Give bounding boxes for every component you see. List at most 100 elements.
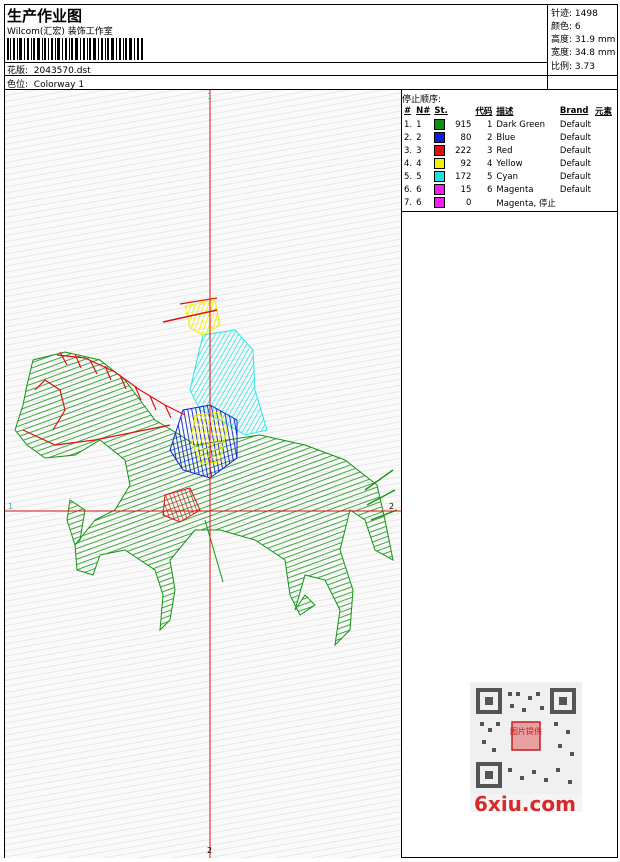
stat-scale: 比例: 3.73: [551, 59, 595, 72]
element: [593, 157, 614, 170]
brand: Default: [559, 145, 591, 156]
stat-height: 高度: 31.9 mm: [551, 32, 615, 45]
color-code: 5: [486, 171, 493, 182]
stats-panel: 针迹: 1498 颜色: 6 高度: 31.9 mm 宽度: 34.8 mm 比…: [547, 5, 618, 89]
row-number: 6.: [404, 184, 413, 195]
brand: [558, 196, 593, 209]
color-description: Red: [496, 145, 513, 156]
embroidery-preview: [5, 90, 401, 858]
table-row: 6. 6 15 6 Magenta Default: [402, 183, 614, 196]
row-number: 3.: [404, 145, 413, 156]
design-canvas: 1 2 1 2: [5, 90, 402, 858]
element: [593, 118, 614, 131]
color-description: Cyan: [496, 171, 518, 182]
stitch-count-value: 222: [455, 146, 472, 156]
color-swatch: [434, 171, 446, 182]
stitch-count: 915: [432, 118, 473, 131]
stat-label: 比例:: [551, 62, 573, 72]
stat-value: 34.8 mm: [574, 48, 616, 58]
element: [593, 170, 614, 183]
element: [593, 131, 614, 144]
stat-colors: 颜色: 6: [551, 19, 581, 32]
page-title: 生产作业图: [7, 7, 83, 25]
table-row: 2. 2 80 2 Blue Default: [402, 131, 614, 144]
row-number: 5.: [404, 171, 413, 182]
axis-label-left: 1: [8, 502, 14, 511]
production-worksheet: 生产作业图 Wilcom(汇宏) 装饰工作室 花版: 2043570.dst 色…: [4, 4, 618, 858]
studio-name: Wilcom(汇宏) 装饰工作室: [7, 27, 113, 37]
divider: [548, 75, 618, 76]
brand: Default: [559, 171, 591, 182]
stitch-count-value: 915: [455, 120, 472, 130]
color-code: 4: [486, 158, 493, 169]
table-row: 3. 3 222 3 Red Default: [402, 144, 614, 157]
header-info: 生产作业图 Wilcom(汇宏) 装饰工作室 花版: 2043570.dst 色…: [5, 5, 547, 90]
row-number: 2.: [404, 132, 413, 143]
row-number: 1.: [404, 119, 413, 130]
element: [593, 196, 614, 209]
stat-width: 宽度: 34.8 mm: [551, 45, 615, 58]
col-header: N#: [416, 106, 431, 116]
stitch-count-value: 15: [460, 185, 472, 195]
header: 生产作业图 Wilcom(汇宏) 装饰工作室 花版: 2043570.dst 色…: [5, 5, 618, 90]
col-header: St.: [434, 106, 448, 116]
stitch-count-value: 80: [460, 133, 472, 143]
stitch-count: 0: [432, 196, 473, 209]
color-code: 2: [486, 132, 493, 143]
needle-number: 1: [416, 119, 422, 130]
stat-label: 颜色:: [551, 22, 573, 32]
brand: Default: [559, 184, 591, 195]
axis-label-right: 2: [389, 502, 395, 511]
col-header: 描述: [496, 107, 514, 117]
col-header: 元素: [594, 107, 612, 117]
stat-label: 宽度:: [551, 48, 573, 58]
color-code: 3: [486, 145, 493, 156]
color-swatch: [434, 119, 446, 130]
axis-label-top: 1: [207, 92, 213, 101]
divider: [5, 75, 547, 76]
color-swatch: [434, 184, 446, 195]
color-swatch: [434, 197, 446, 208]
stat-label: 高度:: [551, 35, 573, 45]
color-description: Dark Green: [496, 119, 546, 130]
stat-label: 针迹:: [551, 9, 573, 19]
color-description: Yellow: [496, 158, 523, 169]
col-header: 代码: [475, 107, 493, 117]
stat-value: 3.73: [574, 62, 595, 72]
stat-value: 31.9 mm: [574, 35, 616, 45]
color-swatch: [434, 145, 446, 156]
color-code: 1: [486, 119, 493, 130]
table-row: 1. 1 915 1 Dark Green Default: [402, 118, 614, 131]
colorway: 色位: Colorway 1: [7, 77, 84, 90]
stitch-count: 15: [432, 183, 473, 196]
colorway-label: 色位:: [7, 80, 29, 90]
stitch-count-value: 92: [460, 159, 472, 169]
needle-number: 3: [416, 145, 422, 156]
color-description: Blue: [496, 132, 516, 143]
row-number: 4.: [404, 158, 413, 169]
stat-stitches: 针迹: 1498: [551, 6, 598, 19]
stat-value: 6: [574, 22, 581, 32]
stitch-count-value: 0: [465, 198, 472, 208]
table-row: 4. 4 92 4 Yellow Default: [402, 157, 614, 170]
needle-number: 5: [416, 171, 422, 182]
axis-label-bottom: 2: [207, 846, 213, 855]
divider: [402, 211, 617, 212]
barcode: [7, 38, 143, 60]
colorway-value: Colorway 1: [33, 80, 85, 90]
stitch-count: 92: [432, 157, 473, 170]
col-header: #: [404, 106, 412, 116]
color-description: Magenta, 停止: [496, 198, 556, 209]
qr-seal-text: 图片提供: [510, 726, 542, 736]
needle-number: 6: [416, 184, 422, 195]
color-code: [473, 196, 494, 209]
needle-number: 2: [416, 132, 422, 143]
stitch-count: 222: [432, 144, 473, 157]
color-code: 6: [486, 184, 493, 195]
brand: Default: [559, 119, 591, 130]
brand: Default: [559, 158, 591, 169]
table-row: 5. 5 172 5 Cyan Default: [402, 170, 614, 183]
table-header: # N# St. 代码 描述 Brand 元素: [402, 104, 614, 118]
element: [593, 183, 614, 196]
row-number: 7.: [404, 197, 413, 208]
